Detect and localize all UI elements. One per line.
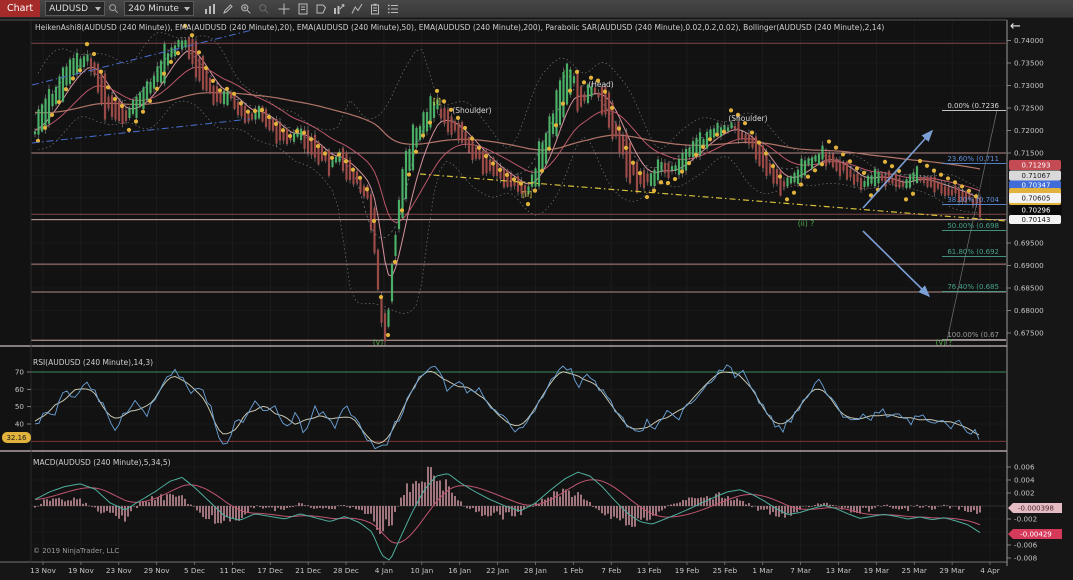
date-label: 28 Dec <box>333 566 359 575</box>
date-label: 7 Feb <box>601 566 621 575</box>
wave-annotation: (Head) <box>588 80 614 89</box>
rsi-tick-label: 70 <box>15 368 25 377</box>
date-label: 5 Dec <box>184 566 205 575</box>
chart-trader-icon[interactable] <box>368 2 381 15</box>
price-badge-label: 0.70605 <box>1022 195 1051 203</box>
price-tick-label: 0.71500 <box>1014 149 1044 158</box>
date-label: 10 Jan <box>410 566 433 575</box>
price-tick-label: 0.73500 <box>1014 59 1044 68</box>
wave-annotation: (i) <box>563 69 571 78</box>
chevron-down-icon <box>95 7 101 11</box>
ninjatrader-chart-window: { "toolbar":{ "tab_label":"Chart", "inst… <box>0 0 1073 580</box>
date-label: 7 Mar <box>790 566 811 575</box>
alerts-icon[interactable] <box>314 2 327 15</box>
date-label: 1 Feb <box>563 566 583 575</box>
data-series-icon[interactable] <box>296 2 309 15</box>
toolbar: Chart AUDUSD 240 Minute <box>0 0 1073 18</box>
date-label: 22 Jan <box>486 566 509 575</box>
wave-annotation: [i] <box>433 97 441 106</box>
wave-annotation: [ii] <box>522 190 532 199</box>
rsi-tick-label: 50 <box>15 402 25 411</box>
macd-tick-label: -0.006 <box>1014 541 1038 550</box>
date-label: 13 Feb <box>637 566 662 575</box>
properties-icon[interactable] <box>386 2 399 15</box>
price-badge-label: 0.70296 <box>1022 207 1051 215</box>
price-badge-label: 0.71293 <box>1022 162 1051 170</box>
price-tick-label: 0.68000 <box>1014 306 1044 315</box>
date-label: 17 Dec <box>257 566 283 575</box>
price-badge-label: 0.71067 <box>1022 172 1051 180</box>
macd-tick-label: 0.006 <box>1014 463 1035 472</box>
date-label: 13 Mar <box>826 566 851 575</box>
price-tick-label: 0.74000 <box>1014 36 1044 45</box>
fib-level-label: 76.40% (0.685 <box>947 283 999 291</box>
price-tick-label: 0.69000 <box>1014 261 1044 270</box>
fib-level-label: 50.00% (0.698 <box>947 222 999 230</box>
chart-canvas[interactable]: 13 Nov 19 Nov 23 Nov 29 Nov 5 Dec 11 Dec 17 De… <box>0 0 1073 580</box>
fib-level-label: 0.00% (0.7236 <box>947 102 999 110</box>
wave-annotation: (Shoulder) <box>452 106 491 115</box>
instrument-selector[interactable]: AUDUSD <box>45 1 105 16</box>
price-badge-label: 0.70143 <box>1022 216 1051 224</box>
rsi-tick-label: 60 <box>15 385 25 394</box>
price-tick-label: 0.72500 <box>1014 104 1044 113</box>
price-badge-label: -0.000398 <box>1018 505 1054 513</box>
fib-level-label: 23.60% (0.711 <box>947 155 999 163</box>
zoom-out-icon <box>257 2 270 15</box>
price-badge-label: -0.00429 <box>1020 531 1051 539</box>
macd-tick-label: -0.008 <box>1014 554 1038 563</box>
date-label: 4 Jan <box>375 566 393 575</box>
scroll-to-latest-icon[interactable]: ← <box>1010 21 1021 33</box>
macd-tick-label: 0.004 <box>1014 476 1035 485</box>
price-tick-label: 0.73000 <box>1014 81 1044 90</box>
indicators-icon[interactable] <box>332 2 345 15</box>
date-label: 21 Dec <box>295 566 321 575</box>
instrument-search-icon[interactable] <box>107 2 120 15</box>
price-tick-label: 0.68500 <box>1014 284 1044 293</box>
fib-level-label: 100.00% (0.67 <box>947 331 999 339</box>
interval-selector[interactable]: 240 Minute <box>124 1 194 16</box>
instrument-value: AUDUSD <box>49 4 88 14</box>
trendline-icon[interactable] <box>350 2 363 15</box>
crosshair-icon[interactable] <box>277 2 290 15</box>
chevron-down-icon <box>184 7 190 11</box>
date-label: 25 Mar <box>902 566 927 575</box>
wave-annotation: (Shoulder) <box>728 114 767 123</box>
date-label: 11 Dec <box>220 566 246 575</box>
price-tick-label: 0.67500 <box>1014 329 1044 338</box>
date-label: 16 Jan <box>448 566 471 575</box>
wave-annotation: (ii) ? <box>798 219 814 228</box>
price-tick-label: 0.72000 <box>1014 126 1044 135</box>
date-label: 29 Mar <box>939 566 964 575</box>
date-label: 1 Mar <box>752 566 773 575</box>
price-tick-label: 0.69500 <box>1014 239 1044 248</box>
date-label: 28 Jan <box>524 566 547 575</box>
rsi-tick-label: 40 <box>15 419 25 428</box>
date-label: 25 Feb <box>713 566 738 575</box>
date-label: 19 Nov <box>68 566 95 575</box>
chart-style-icon[interactable] <box>203 2 216 15</box>
date-label: 23 Nov <box>106 566 133 575</box>
draw-tool-icon[interactable] <box>221 2 234 15</box>
interval-value: 240 Minute <box>128 4 179 14</box>
date-label: 19 Feb <box>675 566 700 575</box>
fib-level-label: 61.80% (0.692 <box>947 248 999 256</box>
date-label: 13 Nov <box>30 566 57 575</box>
date-label: 4 Apr <box>980 566 1000 575</box>
date-label: 19 Mar <box>864 566 889 575</box>
tab-chart[interactable]: Chart <box>0 0 40 17</box>
date-label: 29 Nov <box>144 566 171 575</box>
zoom-in-icon[interactable] <box>239 2 252 15</box>
macd-tick-label: -0.002 <box>1014 515 1037 524</box>
fib-level-label: 38.20% (0.704 <box>947 196 999 204</box>
macd-tick-label: 0.002 <box>1014 489 1035 498</box>
svg-text:32.16: 32.16 <box>6 434 27 442</box>
